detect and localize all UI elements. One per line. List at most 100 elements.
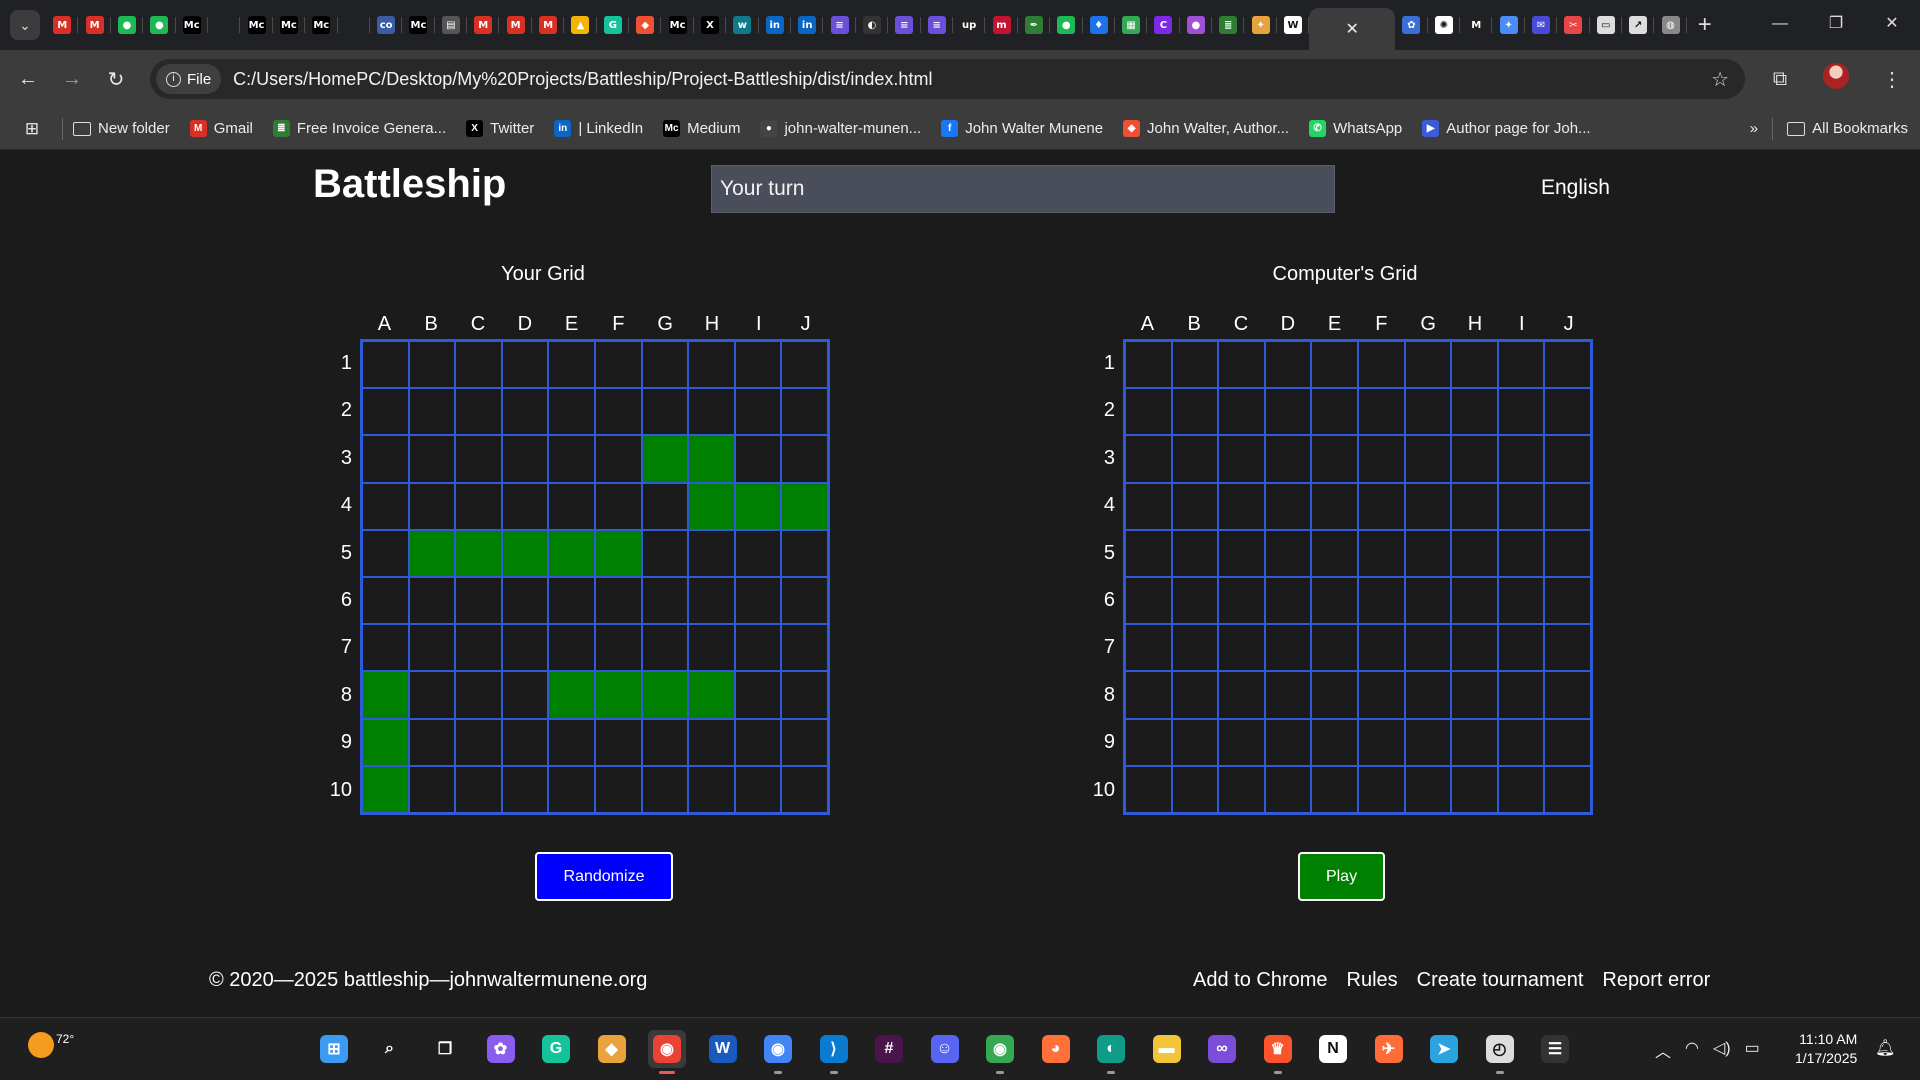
browser-tab[interactable]: ✺	[1428, 0, 1461, 50]
url-text[interactable]: C:/Users/HomePC/Desktop/My%20Projects/Ba…	[233, 69, 932, 90]
all-bookmarks-button[interactable]: All Bookmarks	[1787, 120, 1908, 137]
grid-cell[interactable]	[1171, 577, 1219, 625]
restore-icon[interactable]: ❐	[1808, 0, 1864, 50]
bookmark-item[interactable]: ✆ WhatsApp	[1309, 120, 1402, 137]
browser-tab[interactable]: M	[1460, 0, 1493, 50]
minimize-icon[interactable]: —	[1752, 0, 1808, 50]
grid-cell[interactable]	[1497, 341, 1545, 389]
browser-tab[interactable]: ◐	[856, 0, 889, 50]
browser-tab[interactable]: X	[694, 0, 727, 50]
grid-cell[interactable]	[1404, 718, 1452, 766]
grid-cell[interactable]	[1311, 718, 1358, 766]
grid-cell[interactable]	[1264, 435, 1312, 483]
bookmark-item[interactable]: Mc Medium	[663, 120, 740, 137]
grid-cell[interactable]	[1357, 765, 1405, 813]
browser-tab[interactable]: ▦	[1115, 0, 1148, 50]
grid-cell[interactable]	[1264, 482, 1312, 530]
grid-cell[interactable]	[1311, 577, 1358, 625]
language-selector[interactable]: English	[1541, 176, 1610, 200]
extensions-icon[interactable]: ⧉	[1752, 68, 1808, 91]
bookmark-item[interactable]: ◆ John Walter, Author...	[1123, 120, 1289, 137]
grid-cell[interactable]	[1125, 341, 1172, 389]
browser-tab[interactable]: co	[370, 0, 403, 50]
grid-cell[interactable]	[1311, 624, 1358, 672]
terminal-icon[interactable]: ☰	[1536, 1030, 1574, 1068]
clock[interactable]: 11:10 AM 1/17/2025	[1795, 1030, 1857, 1068]
grid-cell[interactable]	[1451, 624, 1498, 672]
grid-cell[interactable]	[1311, 765, 1358, 813]
battery-icon[interactable]: ▭	[1745, 1038, 1760, 1062]
slack-icon[interactable]: #	[870, 1030, 908, 1068]
grid-cell[interactable]	[1451, 765, 1498, 813]
bookmark-item[interactable]: ≣ Free Invoice Genera...	[272, 120, 446, 137]
chrome-alt-icon[interactable]: ◉	[981, 1030, 1019, 1074]
close-window-icon[interactable]: ✕	[1864, 0, 1920, 50]
browser-tab[interactable]: Mc	[402, 0, 436, 50]
grid-cell[interactable]	[1125, 577, 1172, 625]
grid-cell[interactable]	[1218, 482, 1265, 530]
grid-cell[interactable]	[1218, 718, 1265, 766]
grid-cell[interactable]	[1171, 341, 1219, 389]
browser-tab[interactable]: ♦	[1083, 0, 1116, 50]
windows-start-icon[interactable]: ⊞	[315, 1030, 353, 1068]
browser-tab[interactable]: M	[46, 0, 79, 50]
browser-tab[interactable]: W	[1277, 0, 1310, 50]
telegram-icon[interactable]: ➤	[1425, 1030, 1463, 1068]
grammarly-icon[interactable]: G	[537, 1030, 575, 1068]
browser-tab[interactable]: Mc	[305, 0, 338, 50]
grid-cell[interactable]	[1497, 765, 1545, 813]
grid-cell[interactable]	[1497, 671, 1545, 719]
grid-cell[interactable]	[1451, 482, 1498, 530]
browser-tab[interactable]: ✦	[1244, 0, 1278, 50]
weather-widget[interactable]: 72°	[28, 1032, 74, 1058]
grid-cell[interactable]	[1497, 435, 1545, 483]
close-tab-icon[interactable]: ✕	[1346, 19, 1359, 39]
grid-cell[interactable]	[1451, 577, 1498, 625]
grid-cell[interactable]	[1451, 718, 1498, 766]
browser-tab[interactable]: ▤	[435, 0, 468, 50]
back-icon[interactable]: ←	[6, 68, 50, 91]
browser-tab[interactable]: Mc	[176, 0, 209, 50]
browser-tab[interactable]: in	[791, 0, 824, 50]
browser-tab[interactable]: Mc	[661, 0, 695, 50]
play-button[interactable]: Play	[1298, 852, 1385, 901]
randomize-button[interactable]: Randomize	[535, 852, 673, 901]
grid-cell[interactable]	[1404, 624, 1452, 672]
grid-cell[interactable]	[1404, 671, 1452, 719]
grid-cell[interactable]	[1451, 435, 1498, 483]
grid-cell[interactable]	[1218, 388, 1265, 436]
grid-cell[interactable]	[1404, 577, 1452, 625]
browser-tab[interactable]: ●	[1050, 0, 1083, 50]
browser-tab[interactable]: ✒	[1018, 0, 1051, 50]
grid-cell[interactable]	[1357, 388, 1405, 436]
grid-cell[interactable]	[1451, 341, 1498, 389]
grid-cell[interactable]	[1544, 765, 1591, 813]
grid-cell[interactable]	[1311, 388, 1358, 436]
browser-tab[interactable]: G	[597, 0, 630, 50]
browser-tab[interactable]: M	[499, 0, 533, 50]
add-to-chrome-link[interactable]: Add to Chrome	[1193, 969, 1328, 992]
grid-cell[interactable]	[1218, 624, 1265, 672]
browser-tab[interactable]: in	[759, 0, 792, 50]
search-icon[interactable]: ⌕	[371, 1030, 409, 1068]
browser-tab[interactable]: M	[532, 0, 565, 50]
grid-cell[interactable]	[1125, 482, 1172, 530]
grid-cell[interactable]	[1357, 482, 1405, 530]
active-tab[interactable]: ✕	[1309, 8, 1396, 50]
browser-tab[interactable]: C	[1147, 0, 1181, 50]
grid-cell[interactable]	[1171, 388, 1219, 436]
grid-cell[interactable]	[1171, 624, 1219, 672]
grid-cell[interactable]	[1218, 529, 1265, 577]
chromium-icon[interactable]: ◉	[759, 1030, 797, 1074]
browser-tab[interactable]: ●	[1180, 0, 1213, 50]
grid-cell[interactable]	[1125, 529, 1172, 577]
browser-tab[interactable]: ✦	[1492, 0, 1526, 50]
browser-tab[interactable]: Mc	[273, 0, 306, 50]
grid-cell[interactable]	[1357, 529, 1405, 577]
grid-cell[interactable]	[1357, 577, 1405, 625]
browser-tab[interactable]: ●	[143, 0, 176, 50]
file-explorer-icon[interactable]: ▬	[1148, 1030, 1186, 1068]
grid-cell[interactable]	[1404, 388, 1452, 436]
browser-tab[interactable]: w	[726, 0, 759, 50]
browser-tab[interactable]: ◆	[629, 0, 662, 50]
